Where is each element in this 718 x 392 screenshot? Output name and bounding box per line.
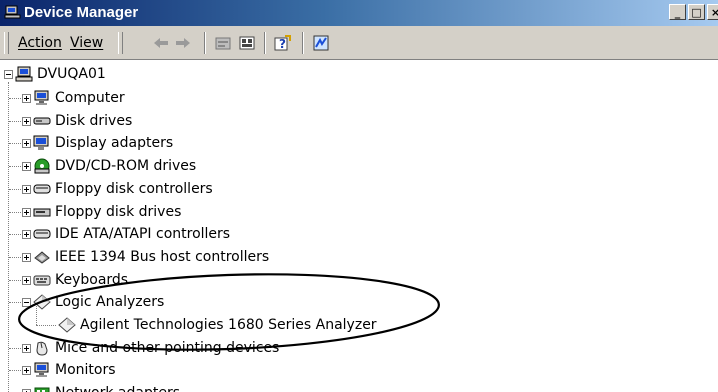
tree-node[interactable]: Logic Analyzers [9, 291, 165, 313]
tree-node[interactable]: Keyboards [9, 269, 129, 291]
mouse-icon [36, 341, 48, 356]
disk-drive-icon [33, 117, 51, 125]
window-title: Device Manager [24, 4, 139, 21]
floppy-drive-icon [33, 208, 51, 217]
computer-icon [15, 66, 33, 82]
tree-root[interactable]: DVUQA01 [4, 64, 106, 84]
collapse-icon[interactable] [4, 69, 13, 79]
expand-icon[interactable] [22, 365, 31, 375]
tree-node[interactable]: IEEE 1394 Bus host controllers [9, 246, 270, 268]
tree-node-label: IDE ATA/ATAPI controllers [55, 226, 231, 242]
expand-icon[interactable] [22, 388, 31, 392]
tree-node-label: Computer [55, 90, 125, 106]
tree-node[interactable]: Network adapters [22, 382, 180, 392]
expand-icon[interactable] [22, 184, 31, 194]
expand-icon[interactable] [22, 93, 31, 103]
tree-node[interactable]: Mice and other pointing devices [9, 337, 280, 359]
expand-icon[interactable] [22, 207, 31, 217]
tree-node-label: Network adapters [55, 384, 180, 392]
expand-icon[interactable] [22, 229, 31, 239]
expand-icon[interactable] [22, 138, 31, 148]
tree-node[interactable]: IDE ATA/ATAPI controllers [9, 223, 231, 245]
grid-view-icon[interactable] [238, 34, 256, 52]
svg-text:?: ? [279, 37, 286, 51]
scan-hardware-icon[interactable] [312, 34, 330, 52]
display-adapter-icon [33, 135, 49, 150]
maximize-button[interactable]: □ [688, 4, 705, 20]
menu-view-label: View [70, 35, 104, 51]
tree-leaf-node[interactable]: Agilent Technologies 1680 Series Analyze… [36, 304, 377, 336]
toolbar-grip[interactable] [118, 32, 123, 54]
tree-node[interactable]: Monitors [9, 359, 116, 381]
tree-node-label: Keyboards [55, 272, 129, 288]
toolbar-grip[interactable] [4, 32, 9, 54]
expand-icon[interactable] [22, 275, 31, 285]
monitor-icon [34, 90, 49, 105]
back-arrow-icon[interactable] [152, 34, 170, 52]
tree-node[interactable]: Disk drives [9, 110, 133, 132]
controller-icon [33, 229, 51, 239]
menu-toolbar: Action View ? [0, 26, 718, 60]
menu-action[interactable]: Action [18, 34, 62, 52]
help-icon[interactable]: ? [274, 34, 292, 52]
expand-icon[interactable] [22, 343, 31, 353]
tree-node[interactable]: DVD/CD-ROM drives [9, 155, 197, 177]
properties-icon[interactable] [214, 34, 232, 52]
menu-view[interactable]: View [70, 34, 103, 52]
close-button[interactable]: × [707, 4, 718, 20]
diamond-icon [58, 317, 76, 333]
tree-node[interactable]: Computer [9, 87, 125, 109]
controller-icon [33, 184, 51, 194]
expand-icon[interactable] [22, 161, 31, 171]
tree-node-label: DVD/CD-ROM drives [55, 158, 197, 174]
tree-node-label: Logic Analyzers [55, 294, 165, 310]
tree-node-label: Disk drives [55, 113, 133, 129]
collapse-icon[interactable] [22, 297, 31, 307]
root-label: DVUQA01 [37, 66, 106, 82]
menu-action-label: Action [18, 35, 62, 51]
dvd-drive-icon [34, 158, 50, 174]
computer-management-icon [4, 5, 21, 19]
forward-arrow-icon[interactable] [174, 34, 192, 52]
tree-node-label: IEEE 1394 Bus host controllers [55, 249, 270, 265]
tree-node[interactable]: Floppy disk drives [9, 201, 182, 223]
tree-node-label: Display adapters [55, 135, 174, 151]
monitor-icon [34, 362, 49, 377]
keyboard-icon [33, 275, 51, 286]
expand-icon[interactable] [22, 252, 31, 262]
device-tree: DVUQA01 Computer Disk drives Display adapt… [0, 60, 718, 392]
tree-node-label: Monitors [55, 362, 116, 378]
tree-node[interactable]: Display adapters [9, 132, 174, 154]
network-adapter-icon [34, 387, 50, 392]
expand-icon[interactable] [22, 116, 31, 126]
tree-node-label: Mice and other pointing devices [55, 340, 280, 356]
tree-node-label: Floppy disk controllers [55, 181, 213, 197]
tree-node[interactable]: Floppy disk controllers [9, 178, 213, 200]
ieee1394-icon [34, 251, 50, 264]
minimize-button[interactable]: _ [669, 4, 686, 20]
tree-leaf-label: Agilent Technologies 1680 Series Analyze… [80, 317, 377, 333]
tree-node-label: Floppy disk drives [55, 204, 182, 220]
title-bar[interactable]: Device Manager _ □ × [0, 0, 718, 26]
